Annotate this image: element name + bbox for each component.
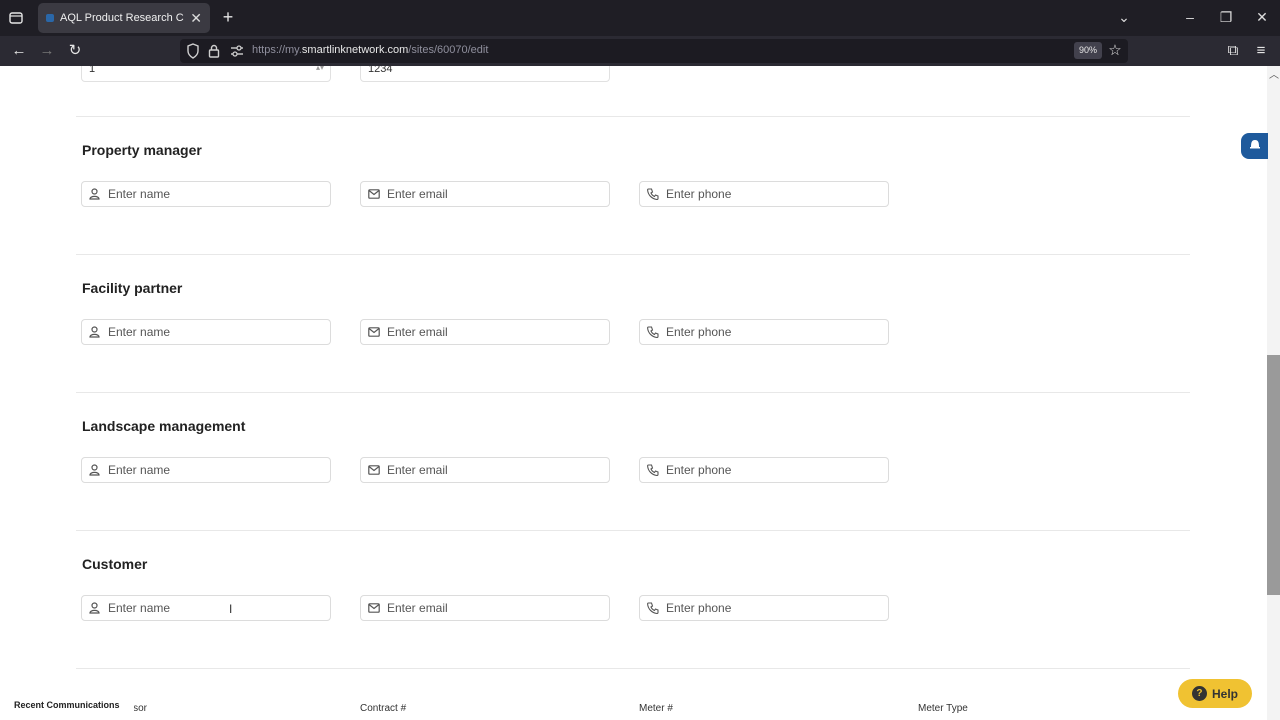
page-content: 1 ▴▾ 1234 Property manager Enter name En… <box>0 66 1268 720</box>
section-title-facility-partner: Facility partner <box>82 280 183 296</box>
browser-tab-bar: AQL Product Research Center P ✕ + ⌄ – ❐ … <box>0 0 1280 36</box>
contract-label: Contract # <box>360 703 407 714</box>
help-label: Help <box>1211 686 1238 701</box>
meter-label: Meter # <box>639 703 673 714</box>
text-cursor-icon: I <box>229 602 233 616</box>
back-icon[interactable]: ← <box>8 40 30 62</box>
landscape-management-email-input[interactable]: Enter email <box>360 457 610 483</box>
envelope-icon <box>368 326 381 339</box>
browser-tab[interactable]: AQL Product Research Center P ✕ <box>38 3 210 33</box>
section-divider <box>76 392 1190 393</box>
meter-type-label: Meter Type <box>918 703 968 714</box>
number-stepper[interactable]: 1 ▴▾ <box>81 66 331 82</box>
phone-icon <box>647 464 660 477</box>
spinner-icon[interactable]: ▴▾ <box>316 66 324 72</box>
customer-email-input[interactable]: Enter email <box>360 595 610 621</box>
scroll-up-icon[interactable]: ︿ <box>1268 66 1280 81</box>
envelope-icon <box>368 464 381 477</box>
landscape-management-name-input[interactable]: Enter name <box>81 457 331 483</box>
extensions-icon[interactable]: ⧉ <box>1222 40 1244 62</box>
name-placeholder: Enter name <box>108 601 171 615</box>
menu-icon[interactable]: ≡ <box>1250 40 1272 62</box>
bookmark-star-icon[interactable]: ☆ <box>1104 40 1126 62</box>
section-divider <box>76 530 1190 531</box>
landscape-management-phone-input[interactable]: Enter phone <box>639 457 889 483</box>
email-placeholder: Enter email <box>387 601 448 615</box>
code-field[interactable]: 1234 <box>360 66 610 82</box>
customer-name-input[interactable]: Enter name <box>81 595 331 621</box>
user-icon <box>89 464 102 477</box>
bell-icon <box>1249 137 1261 155</box>
name-placeholder: Enter name <box>108 463 171 477</box>
question-icon: ? <box>1191 686 1207 701</box>
phone-icon <box>647 602 660 615</box>
phone-icon <box>647 326 660 339</box>
section-title-landscape-management: Landscape management <box>82 418 246 434</box>
phone-placeholder: Enter phone <box>666 463 732 477</box>
envelope-icon <box>368 602 381 615</box>
code-value: 1234 <box>368 66 393 75</box>
close-tab-icon[interactable]: ✕ <box>190 10 202 27</box>
help-button[interactable]: ? Help <box>1178 679 1252 708</box>
list-all-tabs-icon[interactable]: ⌄ <box>1112 6 1136 28</box>
stepper-value: 1 <box>89 66 96 75</box>
scrollbar-thumb[interactable] <box>1267 355 1280 595</box>
zoom-level-badge[interactable]: 90% <box>1074 42 1103 59</box>
customer-phone-input[interactable]: Enter phone <box>639 595 889 621</box>
facility-partner-name-input[interactable]: Enter name <box>81 319 331 345</box>
url-text: https://my.smartlinknetwork.com/sites/60… <box>252 44 489 56</box>
email-placeholder: Enter email <box>387 463 448 477</box>
property-manager-phone-input[interactable]: Enter phone <box>639 181 889 207</box>
forward-icon[interactable]: → <box>36 40 58 62</box>
section-title-customer: Customer <box>82 556 148 572</box>
section-divider <box>76 254 1190 255</box>
facility-partner-phone-input[interactable]: Enter phone <box>639 319 889 345</box>
user-icon <box>89 602 102 615</box>
lock-icon[interactable] <box>208 43 224 59</box>
facility-partner-email-input[interactable]: Enter email <box>360 319 610 345</box>
tab-title: AQL Product Research Center P <box>60 12 184 24</box>
notification-bell-button[interactable] <box>1241 133 1268 159</box>
section-title-property-manager: Property manager <box>82 142 202 158</box>
property-manager-email-input[interactable]: Enter email <box>360 181 610 207</box>
phone-placeholder: Enter phone <box>666 187 732 201</box>
phone-icon <box>647 188 660 201</box>
section-divider <box>76 116 1190 117</box>
address-bar[interactable]: https://my.smartlinknetwork.com/sites/60… <box>180 39 1128 63</box>
phone-placeholder: Enter phone <box>666 601 732 615</box>
recent-communications-tab[interactable]: Recent Communications <box>0 698 134 712</box>
email-placeholder: Enter email <box>387 187 448 201</box>
name-placeholder: Enter name <box>108 325 171 339</box>
new-tab-icon[interactable]: + <box>218 6 238 28</box>
permissions-icon[interactable] <box>230 43 246 59</box>
reload-icon[interactable]: ↻ <box>64 40 86 62</box>
property-manager-name-input[interactable]: Enter name <box>81 181 331 207</box>
phone-placeholder: Enter phone <box>666 325 732 339</box>
browser-nav-bar: ← → ↻ https://my.smartlinknetwork.com/si… <box>0 36 1280 66</box>
user-icon <box>89 188 102 201</box>
section-divider <box>76 668 1190 669</box>
tab-list-icon[interactable] <box>6 8 26 28</box>
email-placeholder: Enter email <box>387 325 448 339</box>
restore-icon[interactable]: ❐ <box>1214 6 1238 28</box>
user-icon <box>89 326 102 339</box>
name-placeholder: Enter name <box>108 187 171 201</box>
window-close-icon[interactable]: ✕ <box>1250 6 1274 28</box>
favicon-icon <box>46 14 54 22</box>
shield-icon[interactable] <box>186 43 202 59</box>
minimize-icon[interactable]: – <box>1178 6 1202 28</box>
envelope-icon <box>368 188 381 201</box>
